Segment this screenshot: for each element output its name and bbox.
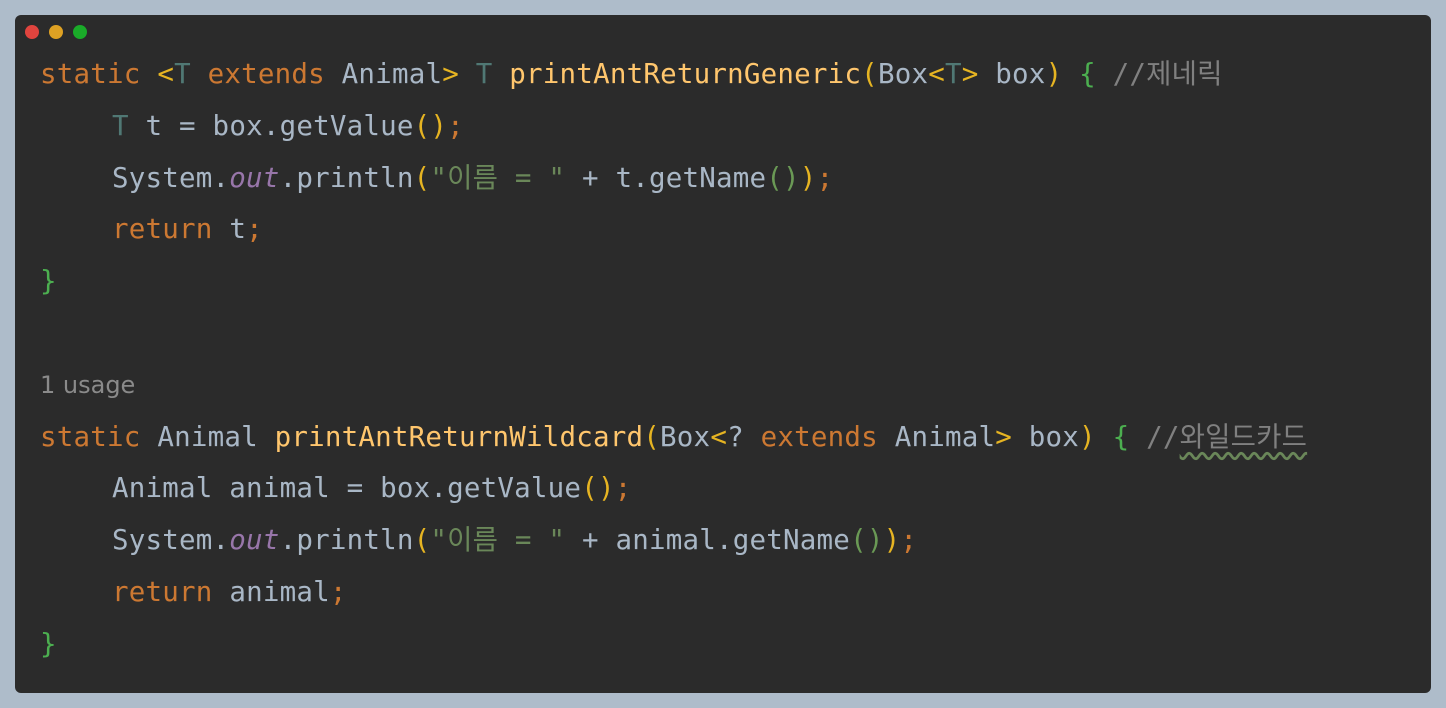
out-field: out	[229, 161, 280, 194]
usage-hint[interactable]: 1 usage	[40, 360, 1421, 412]
semicolon: ;	[447, 109, 464, 142]
type-animal: Animal	[341, 58, 443, 90]
type-param: T	[112, 109, 129, 142]
type-param: T	[174, 58, 191, 90]
semicolon: ;	[614, 472, 632, 505]
param-name: box	[995, 58, 1046, 90]
angle-open: <	[157, 58, 175, 90]
concat-expr: + t.getName	[565, 161, 767, 194]
code-line-generic-print: System.out.println("이름 = " + t.getName()…	[40, 153, 1421, 205]
keyword-return: return	[112, 213, 213, 246]
brace-close: }	[40, 265, 57, 298]
string-literal: "이름 = "	[430, 161, 566, 194]
code-window: static <T extends Animal> T printAntRetu…	[15, 15, 1431, 693]
return-type: Animal	[157, 420, 258, 453]
paren-close: )	[1079, 420, 1096, 453]
println-call: .println	[279, 161, 414, 194]
statement: Animal animal = box.getValue	[112, 472, 582, 505]
return-type: T	[475, 58, 493, 90]
system-class: System.	[112, 161, 230, 194]
code-line-generic-assign: T t = box.getValue();	[40, 101, 1421, 153]
type-box: Box	[877, 58, 929, 90]
paren-open: (	[643, 420, 661, 453]
paren-close: )	[883, 524, 901, 557]
window-controls	[25, 25, 87, 39]
type-param: T	[944, 58, 962, 90]
code-line-generic-close: }	[40, 256, 1421, 308]
param-name: box	[1028, 420, 1080, 453]
keyword-static: static	[40, 420, 141, 453]
println-call: .println	[279, 524, 414, 557]
paren-open: (	[413, 524, 431, 557]
angle-open: <	[928, 58, 945, 90]
system-class: System.	[112, 524, 230, 557]
minimize-dot[interactable]	[49, 25, 63, 39]
paren-close: )	[799, 161, 817, 194]
angle-close: >	[961, 58, 979, 90]
comment-prefix: //	[1146, 420, 1180, 453]
semicolon: ;	[816, 161, 834, 194]
type-animal: Animal	[894, 420, 996, 453]
method-name: printAntReturnWildcard	[274, 420, 644, 453]
code-line-generic-return: return t;	[40, 204, 1421, 256]
keyword-extends: extends	[207, 58, 325, 90]
wildcard-mark: ?	[727, 420, 744, 453]
code-block: static <T extends Animal> T printAntRetu…	[40, 49, 1421, 683]
type-box: Box	[660, 420, 711, 453]
comment: //제네릭	[1112, 58, 1223, 90]
concat-expr: + animal.getName	[565, 524, 851, 557]
statement: t = box.getValue	[145, 109, 414, 142]
brace-open: {	[1112, 420, 1130, 453]
semicolon: ;	[329, 575, 347, 608]
angle-close: >	[995, 420, 1012, 453]
paren-close: )	[1045, 58, 1063, 90]
zoom-dot[interactable]	[73, 25, 87, 39]
call-parens: ()	[850, 524, 884, 557]
return-value: t	[229, 213, 247, 246]
code-line-generic-signature: static <T extends Animal> T printAntRetu…	[40, 49, 1421, 101]
keyword-static: static	[40, 58, 141, 90]
code-line-wildcard-assign: Animal animal = box.getValue();	[40, 463, 1421, 515]
angle-open: <	[710, 420, 728, 453]
code-line-wildcard-print: System.out.println("이름 = " + animal.getN…	[40, 515, 1421, 567]
string-literal: "이름 = "	[430, 524, 566, 557]
keyword-return: return	[112, 575, 213, 608]
close-dot[interactable]	[25, 25, 39, 39]
code-line-wildcard-close: }	[40, 619, 1421, 671]
paren-open: (	[413, 161, 431, 194]
code-line-wildcard-signature: static Animal printAntReturnWildcard(Box…	[40, 412, 1421, 464]
call-parens: ()	[581, 472, 615, 505]
brace-close: }	[40, 627, 57, 660]
semicolon: ;	[246, 213, 263, 246]
comment-word: 와일드카드	[1179, 420, 1308, 453]
out-field: out	[229, 524, 280, 557]
method-name: printAntReturnGeneric	[509, 58, 862, 90]
call-parens: ()	[766, 161, 800, 194]
angle-close: >	[442, 58, 459, 90]
semicolon: ;	[900, 524, 918, 557]
keyword-extends: extends	[760, 420, 878, 453]
paren-open: (	[861, 58, 878, 90]
call-parens: ()	[413, 109, 448, 142]
return-value: animal	[229, 575, 330, 608]
brace-open: {	[1079, 58, 1096, 90]
code-line-wildcard-return: return animal;	[40, 567, 1421, 619]
